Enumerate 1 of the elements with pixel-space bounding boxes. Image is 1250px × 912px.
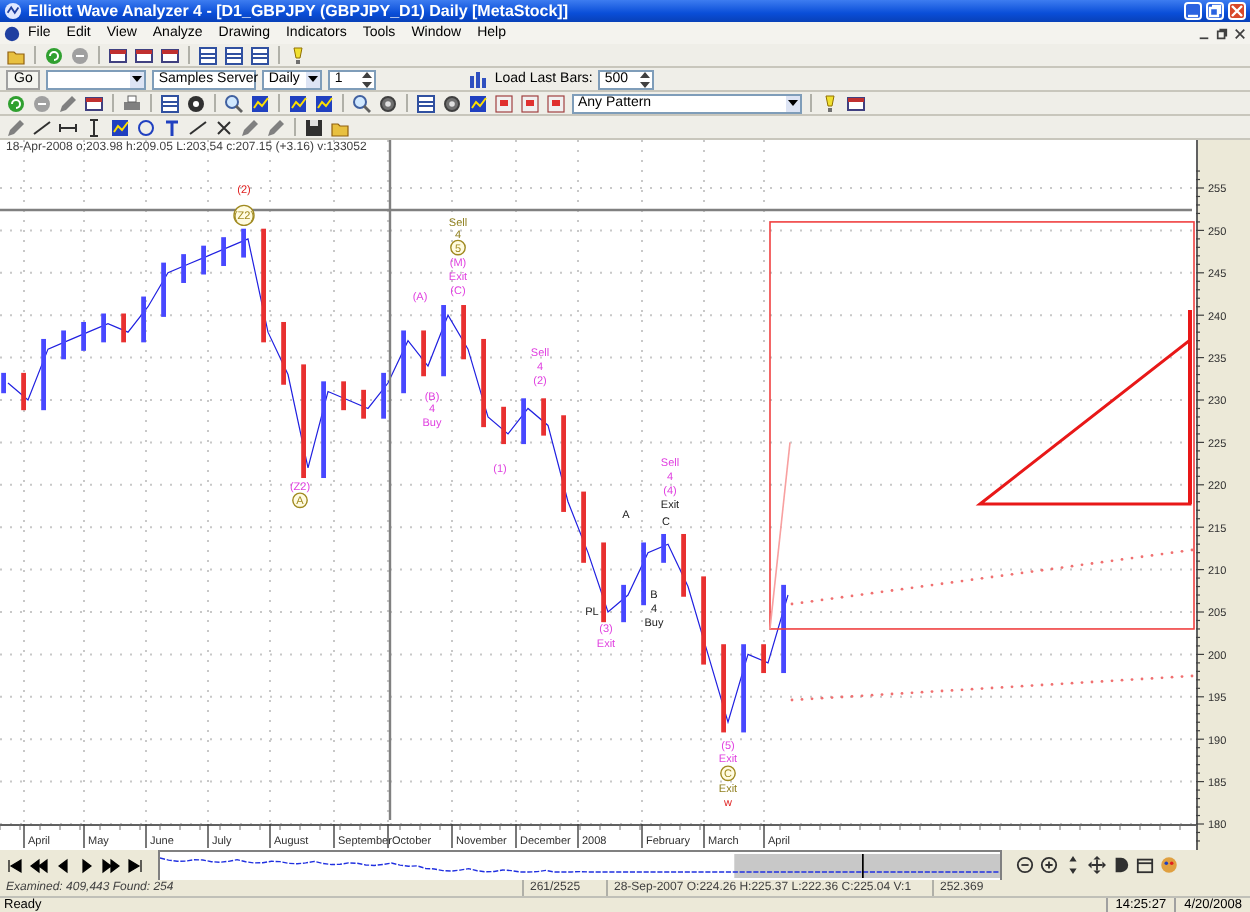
window-title: Elliott Wave Analyzer 4 - [D1_GBPJPY (GBPJPY_D1) Daily [MetaStock]] [28, 2, 569, 20]
